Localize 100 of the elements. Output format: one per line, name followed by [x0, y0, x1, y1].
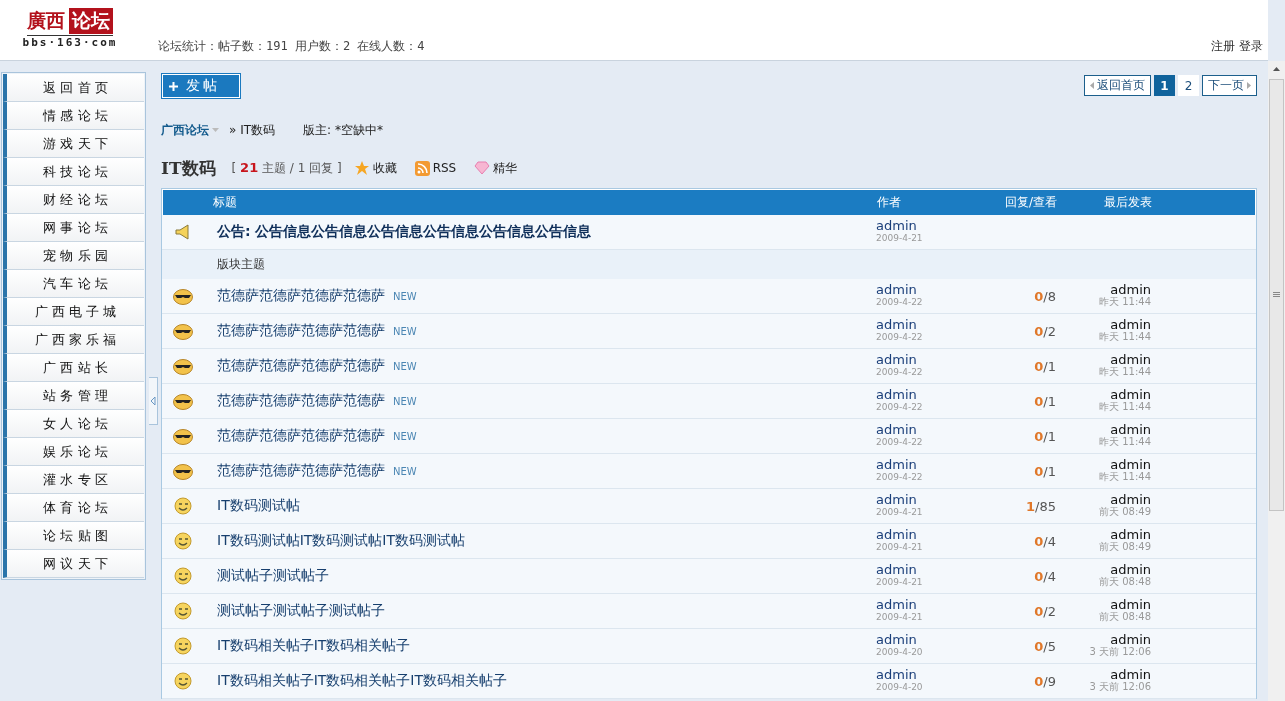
sidebar-item[interactable]: 游 戏 天 下 — [3, 130, 144, 158]
topic-title[interactable]: 范德萨范德萨范德萨范德萨 — [217, 322, 385, 340]
favorite-link[interactable]: 收藏 — [353, 159, 397, 177]
new-post-button[interactable]: 发帖 — [162, 74, 240, 98]
sidebar-item[interactable]: 论 坛 贴 图 — [3, 522, 144, 550]
topic-title[interactable]: IT数码相关帖子IT数码相关帖子IT数码相关帖子 — [217, 672, 508, 690]
sidebar-item[interactable]: 广 西 站 长 — [3, 354, 144, 382]
author-link[interactable]: admin — [876, 598, 974, 611]
digest-link[interactable]: 精华 — [474, 159, 518, 177]
last-poster-link[interactable]: admin — [1110, 319, 1151, 331]
topic-title[interactable]: 范德萨范德萨范德萨范德萨 — [217, 392, 385, 410]
topic-title[interactable]: IT数码测试帖IT数码测试帖IT数码测试帖 — [217, 532, 466, 550]
section-label: 版块主题 — [162, 250, 1256, 279]
last-poster-link[interactable]: admin — [1110, 634, 1151, 646]
topic-title[interactable]: IT数码相关帖子IT数码相关帖子 — [217, 637, 411, 655]
breadcrumb-link[interactable]: 广西论坛 — [161, 121, 209, 139]
topic-title[interactable]: IT数码测试帖 — [217, 497, 300, 515]
post-date: 2009-4-22 — [876, 331, 924, 344]
sidebar-item[interactable]: 广 西 电 子 城 — [3, 298, 144, 326]
last-post-time: 昨天 11:44 — [1099, 296, 1151, 308]
sidebar-item[interactable]: 情 感 论 坛 — [3, 102, 144, 130]
sunglasses-smiley-icon — [173, 357, 193, 375]
smiley-icon — [174, 602, 192, 620]
last-poster-link[interactable]: admin — [1110, 564, 1151, 576]
reply-view-count: 0/2 — [1033, 603, 1057, 619]
last-poster-link[interactable]: admin — [1110, 669, 1151, 681]
author-link[interactable]: admin — [876, 388, 974, 401]
topic-title[interactable]: 范德萨范德萨范德萨范德萨 — [217, 357, 385, 375]
author-link[interactable]: admin — [876, 633, 974, 646]
page-link[interactable]: 2 — [1178, 75, 1199, 96]
collapse-handle[interactable] — [149, 377, 158, 425]
last-poster-link[interactable]: admin — [1110, 529, 1151, 541]
sidebar-item[interactable]: 网 议 天 下 — [3, 550, 144, 578]
author-link[interactable]: admin — [876, 563, 974, 576]
author-link[interactable]: admin — [876, 318, 974, 331]
author-link[interactable]: admin — [876, 493, 974, 506]
sunglasses-smiley-icon — [173, 427, 193, 445]
new-label: NEW — [393, 290, 417, 302]
page-link[interactable]: 1 — [1154, 75, 1175, 96]
author-link[interactable]: admin — [876, 219, 974, 232]
sidebar-item[interactable]: 灌 水 专 区 — [3, 466, 144, 494]
author-link[interactable]: admin — [876, 353, 974, 366]
sidebar-item[interactable]: 网 事 论 坛 — [3, 214, 144, 242]
forum-title: IT数码 — [161, 156, 216, 180]
post-date: 2009-4-22 — [876, 296, 924, 309]
author-link[interactable]: admin — [876, 528, 974, 541]
sidebar-item[interactable]: 汽 车 论 坛 — [3, 270, 144, 298]
post-date: 2009-4-21 — [876, 541, 924, 554]
sidebar-item[interactable]: 宠 物 乐 园 — [3, 242, 144, 270]
user-link[interactable]: 登录 — [1239, 38, 1263, 55]
post-date: 2009-4-22 — [876, 366, 924, 379]
last-poster-link[interactable]: admin — [1110, 284, 1151, 296]
post-date: 2009-4-22 — [876, 471, 924, 484]
collapse-arrow-icon — [150, 397, 156, 405]
post-date: 2009-4-20 — [876, 646, 924, 659]
topic-title[interactable]: 测试帖子测试帖子测试帖子 — [217, 602, 385, 620]
reply-view-count: 0/5 — [1033, 638, 1057, 654]
last-poster-link[interactable]: admin — [1110, 494, 1151, 506]
topic-title[interactable]: 范德萨范德萨范德萨范德萨 — [217, 462, 385, 480]
sidebar-item[interactable]: 财 经 论 坛 — [3, 186, 144, 214]
post-date: 2009-4-20 — [876, 681, 924, 694]
sidebar-item[interactable]: 娱 乐 论 坛 — [3, 438, 144, 466]
sunglasses-smiley-icon — [173, 287, 193, 305]
topic-title[interactable]: 范德萨范德萨范德萨范德萨 — [217, 287, 385, 305]
author-link[interactable]: admin — [876, 668, 974, 681]
post-date: 2009-4-21 — [876, 576, 924, 589]
last-poster-link[interactable]: admin — [1110, 389, 1151, 401]
diamond-icon — [474, 161, 491, 175]
author-link[interactable]: admin — [876, 283, 974, 296]
author-link[interactable]: admin — [876, 423, 974, 436]
sidebar-item[interactable]: 女 人 论 坛 — [3, 410, 144, 438]
announcement-title[interactable]: 公告: 公告信息公告信息公告信息公告信息公告信息公告信息 — [204, 223, 876, 241]
back-home-link[interactable]: 返回首页 — [1084, 75, 1151, 96]
logo-title: 廣西 论坛 — [27, 8, 113, 36]
rss-link[interactable]: RSS — [414, 160, 457, 176]
author-link[interactable]: admin — [876, 458, 974, 471]
next-page-link[interactable]: 下一页 — [1202, 75, 1257, 96]
last-post-time: 前天 08:49 — [1099, 506, 1151, 518]
last-poster-link[interactable]: admin — [1110, 459, 1151, 471]
last-poster-link[interactable]: admin — [1110, 599, 1151, 611]
reply-view-count: 0/8 — [1033, 288, 1057, 304]
sidebar-item[interactable]: 站 务 管 理 — [3, 382, 144, 410]
rss-icon — [414, 160, 430, 176]
last-poster-link[interactable]: admin — [1110, 424, 1151, 436]
sunglasses-smiley-icon — [173, 462, 193, 480]
sidebar-item[interactable]: 体 育 论 坛 — [3, 494, 144, 522]
topic-title[interactable]: 测试帖子测试帖子 — [217, 567, 329, 585]
topic-title[interactable]: 范德萨范德萨范德萨范德萨 — [217, 427, 385, 445]
moderator-label: 版主: *空缺中* — [303, 121, 383, 139]
column-header: 作者 — [877, 194, 902, 211]
sidebar-item[interactable]: 科 技 论 坛 — [3, 158, 144, 186]
column-header: 标题 — [212, 194, 238, 211]
last-poster-link[interactable]: admin — [1110, 354, 1151, 366]
user-link[interactable]: 注册 — [1211, 38, 1235, 55]
sidebar-item[interactable]: 返 回 首 页 — [3, 74, 144, 102]
smiley-icon — [174, 567, 192, 585]
sidebar-item[interactable]: 广 西 家 乐 福 — [3, 326, 144, 354]
dropdown-caret-icon[interactable] — [212, 128, 219, 132]
new-label: NEW — [393, 395, 417, 407]
reply-view-count: 1/85 — [1025, 498, 1057, 514]
